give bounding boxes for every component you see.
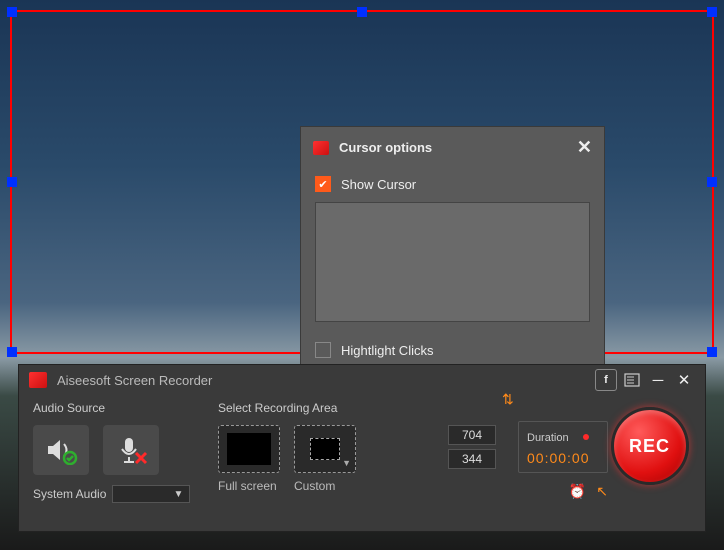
microphone-toggle[interactable]: [103, 425, 159, 475]
resize-handle-top-right[interactable]: [707, 7, 717, 17]
recording-indicator-icon: [583, 434, 589, 440]
app-icon: [313, 141, 329, 155]
duration-section: Duration 00:00:00 ⏰ ↖: [518, 401, 608, 500]
resize-handle-bottom-right[interactable]: [707, 347, 717, 357]
cursor-icon[interactable]: ↖: [596, 483, 608, 500]
resize-handle-top-mid[interactable]: [357, 7, 367, 17]
custom-area-option[interactable]: ▼: [294, 425, 356, 473]
audio-source-label: Audio Source: [33, 401, 218, 415]
titlebar[interactable]: Aiseesoft Screen Recorder f ─ ✕: [19, 365, 705, 395]
close-button[interactable]: ✕: [673, 369, 695, 391]
recorder-panel: Aiseesoft Screen Recorder f ─ ✕ Audio So…: [18, 364, 706, 532]
minimize-button[interactable]: ─: [647, 369, 669, 391]
system-audio-label: System Audio: [33, 487, 106, 501]
resize-handle-top-left[interactable]: [7, 7, 17, 17]
duration-time: 00:00:00: [527, 450, 599, 466]
clock-icon[interactable]: ⏰: [569, 483, 586, 500]
width-input[interactable]: 704: [448, 425, 496, 445]
system-audio-toggle[interactable]: [33, 425, 89, 475]
rec-section: REC: [608, 401, 691, 485]
dialog-title: Cursor options: [339, 140, 577, 155]
facebook-icon[interactable]: f: [595, 369, 617, 391]
height-input[interactable]: 344: [448, 449, 496, 469]
show-cursor-label: Show Cursor: [341, 177, 416, 192]
select-area-label: Select Recording Area: [218, 401, 448, 415]
app-icon: [29, 372, 47, 388]
cursor-preview-area: [315, 202, 590, 322]
resize-handle-mid-left[interactable]: [7, 177, 17, 187]
show-cursor-checkbox[interactable]: ✔: [315, 176, 331, 192]
full-screen-label: Full screen: [218, 479, 280, 493]
resize-handle-mid-right[interactable]: [707, 177, 717, 187]
duration-label: Duration: [527, 432, 569, 444]
custom-label: Custom: [294, 479, 356, 493]
audio-source-section: Audio Source System Audio ▼: [33, 401, 218, 503]
link-aspect-icon[interactable]: ⇅: [502, 391, 514, 408]
record-button[interactable]: REC: [611, 407, 689, 485]
audio-device-dropdown[interactable]: ▼: [112, 485, 190, 503]
app-title: Aiseesoft Screen Recorder: [57, 373, 591, 388]
recording-area-section: Select Recording Area ▼ Full screen Cust…: [218, 401, 448, 493]
close-icon[interactable]: ✕: [577, 137, 592, 158]
dimensions-section: 704 344 ⇅: [448, 401, 518, 473]
chevron-down-icon[interactable]: ▼: [342, 458, 351, 468]
highlight-clicks-label: Hightlight Clicks: [341, 343, 433, 358]
full-screen-option[interactable]: [218, 425, 280, 473]
resize-handle-bottom-left[interactable]: [7, 347, 17, 357]
settings-icon[interactable]: [621, 369, 643, 391]
highlight-clicks-checkbox[interactable]: [315, 342, 331, 358]
